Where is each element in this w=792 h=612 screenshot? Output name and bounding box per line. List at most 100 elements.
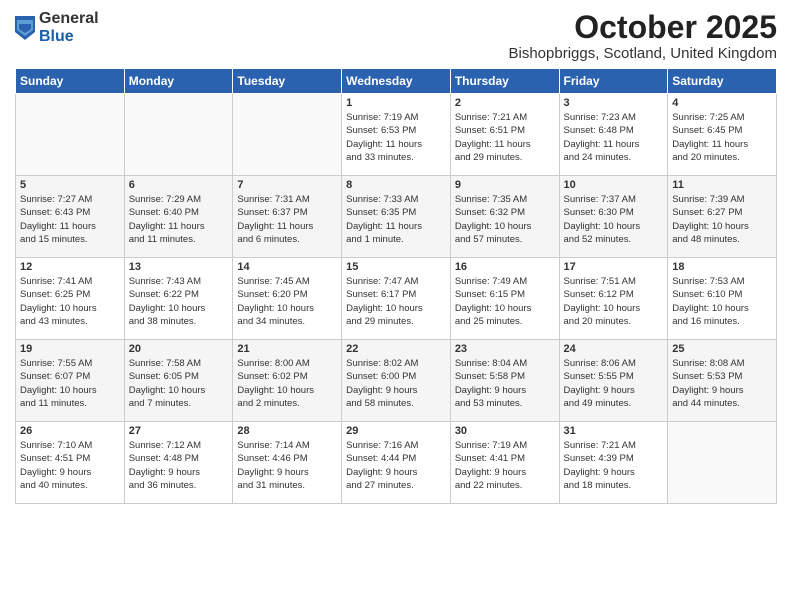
cell-line: Sunset: 6:25 PM <box>20 289 90 300</box>
cell-line: Daylight: 9 hours <box>564 385 635 396</box>
cell-line: Daylight: 10 hours <box>455 303 532 314</box>
cell-line: and 20 minutes. <box>672 152 740 163</box>
table-row: 15Sunrise: 7:47 AMSunset: 6:17 PMDayligh… <box>342 258 451 340</box>
cell-line: Sunset: 6:07 PM <box>20 371 90 382</box>
day-number: 30 <box>455 425 555 437</box>
cell-line: Daylight: 10 hours <box>672 303 749 314</box>
cell-line: Sunset: 4:39 PM <box>564 453 634 464</box>
table-row: 17 Sunrise: 7:51 AMSunset: 6:12 PMDayligh… <box>559 258 668 340</box>
cell-line: Sunset: 6:48 PM <box>564 125 634 136</box>
cell-content: Sunrise: 7:45 AMSunset: 6:20 PMDaylight:… <box>237 275 337 328</box>
cell-line: Daylight: 10 hours <box>237 303 314 314</box>
cell-line: Sunrise: 7:19 AM <box>346 112 418 123</box>
cell-content: Sunrise: 7:16 AMSunset: 4:44 PMDaylight:… <box>346 439 446 492</box>
calendar-week-row: 26Sunrise: 7:10 AMSunset: 4:51 PMDayligh… <box>16 422 777 504</box>
day-number: 5 <box>20 179 120 191</box>
table-row: 8Sunrise: 7:33 AMSunset: 6:35 PMDaylight… <box>342 176 451 258</box>
cell-line: Sunset: 6:20 PM <box>237 289 307 300</box>
day-number: 24 <box>564 343 664 355</box>
cell-line: and 6 minutes. <box>237 234 299 245</box>
cell-line: and 36 minutes. <box>129 480 197 491</box>
table-row: 22Sunrise: 8:02 AMSunset: 6:00 PMDayligh… <box>342 340 451 422</box>
calendar-week-row: 1Sunrise: 7:19 AMSunset: 6:53 PMDaylight… <box>16 94 777 176</box>
cell-line: Sunrise: 7:37 AM <box>564 194 636 205</box>
table-row: 3Sunrise: 7:23 AMSunset: 6:48 PMDaylight… <box>559 94 668 176</box>
cell-line: Daylight: 9 hours <box>346 385 417 396</box>
day-number: 4 <box>672 97 772 109</box>
calendar-week-row: 12Sunrise: 7:41 AMSunset: 6:25 PMDayligh… <box>16 258 777 340</box>
cell-line: Sunrise: 7:31 AM <box>237 194 309 205</box>
day-number: 10 <box>564 179 664 191</box>
cell-line: and 7 minutes. <box>129 398 191 409</box>
title-block: October 2025 Bishopbriggs, Scotland, Uni… <box>509 10 778 62</box>
cell-content: Sunrise: 7:35 AMSunset: 6:32 PMDaylight:… <box>455 193 555 246</box>
cell-line: and 33 minutes. <box>346 152 414 163</box>
cell-line: Sunset: 6:10 PM <box>672 289 742 300</box>
table-row: 21Sunrise: 8:00 AMSunset: 6:02 PMDayligh… <box>233 340 342 422</box>
cell-line: and 25 minutes. <box>455 316 523 327</box>
cell-line: Sunset: 6:30 PM <box>564 207 634 218</box>
cell-line: Sunrise: 7:12 AM <box>129 440 201 451</box>
cell-line: Daylight: 9 hours <box>455 467 526 478</box>
header-saturday: Saturday <box>668 69 777 94</box>
cell-line: and 49 minutes. <box>564 398 632 409</box>
cell-content: Sunrise: 8:04 AMSunset: 5:58 PMDaylight:… <box>455 357 555 410</box>
table-row <box>233 94 342 176</box>
cell-line: Sunrise: 7:58 AM <box>129 358 201 369</box>
logo-icon <box>15 16 35 40</box>
cell-content: Sunrise: 7:29 AMSunset: 6:40 PMDaylight:… <box>129 193 229 246</box>
cell-line: and 22 minutes. <box>455 480 523 491</box>
cell-content: Sunrise: 7:21 AM Sunset: 4:39 PM Daylight:… <box>564 439 664 492</box>
location: Bishopbriggs, Scotland, United Kingdom <box>509 45 778 62</box>
cell-line: Sunrise: 7:51 AM <box>564 276 636 287</box>
cell-line: and 34 minutes. <box>237 316 305 327</box>
cell-line: Daylight: 11 hours <box>20 221 96 232</box>
cell-content: Sunrise: 7:51 AMSunset: 6:12 PMDaylight:… <box>564 275 664 328</box>
cell-line: and 53 minutes. <box>455 398 523 409</box>
table-row: 6Sunrise: 7:29 AMSunset: 6:40 PMDaylight… <box>124 176 233 258</box>
day-number: 12 <box>20 261 120 273</box>
cell-line: Daylight: 11 hours <box>237 221 313 232</box>
day-number: 20 <box>129 343 229 355</box>
cell-line: and 27 minutes. <box>346 480 414 491</box>
cell-line: Sunrise: 8:00 AM <box>237 358 309 369</box>
cell-line: Daylight: 9 hours <box>564 467 635 478</box>
table-row <box>668 422 777 504</box>
cell-content: Sunrise: 7:58 AMSunset: 6:05 PMDaylight:… <box>129 357 229 410</box>
table-row <box>16 94 125 176</box>
cell-line: Sunrise: 7:29 AM <box>129 194 201 205</box>
cell-content: Sunrise: 7:53 AMSunset: 6:10 PMDaylight:… <box>672 275 772 328</box>
cell-content: Sunrise: 7:47 AMSunset: 6:17 PMDaylight:… <box>346 275 446 328</box>
day-number: 3 <box>564 97 664 109</box>
cell-line: and 18 minutes. <box>564 480 632 491</box>
cell-line: Sunrise: 7:33 AM <box>346 194 418 205</box>
cell-line: Daylight: 10 hours <box>129 303 206 314</box>
table-row: 13Sunrise: 7:43 AMSunset: 6:22 PMDayligh… <box>124 258 233 340</box>
cell-line: Sunrise: 7:27 AM <box>20 194 92 205</box>
cell-line: and 15 minutes. <box>20 234 88 245</box>
cell-line: Sunset: 6:43 PM <box>20 207 90 218</box>
cell-line: Sunrise: 8:06 AM <box>564 358 636 369</box>
cell-line: Daylight: 11 hours <box>564 139 640 150</box>
table-row: 23Sunrise: 8:04 AMSunset: 5:58 PMDayligh… <box>450 340 559 422</box>
cell-line: Sunrise: 7:21 AM <box>564 440 636 451</box>
cell-content: Sunrise: 7:25 AMSunset: 6:45 PMDaylight:… <box>672 111 772 164</box>
cell-content: Sunrise: 7:19 AMSunset: 6:53 PMDaylight:… <box>346 111 446 164</box>
cell-line: Sunrise: 7:25 AM <box>672 112 744 123</box>
calendar-week-row: 5 Sunrise: 7:27 AM Sunset: 6:43 PM Daylight… <box>16 176 777 258</box>
cell-content: Sunrise: 7:37 AMSunset: 6:30 PMDaylight:… <box>564 193 664 246</box>
logo-general: General <box>39 10 99 28</box>
table-row: 31 Sunrise: 7:21 AM Sunset: 4:39 PM Dayligh… <box>559 422 668 504</box>
day-number: 31 <box>564 425 664 437</box>
day-number: 17 <box>564 261 664 273</box>
cell-line: Daylight: 10 hours <box>237 385 314 396</box>
cell-line: Sunset: 6:53 PM <box>346 125 416 136</box>
cell-line: Sunset: 6:17 PM <box>346 289 416 300</box>
cell-line: and 58 minutes. <box>346 398 414 409</box>
day-number: 28 <box>237 425 337 437</box>
cell-line: Sunrise: 7:49 AM <box>455 276 527 287</box>
cell-line: Sunset: 6:27 PM <box>672 207 742 218</box>
cell-line: Daylight: 9 hours <box>20 467 91 478</box>
table-row: 1Sunrise: 7:19 AMSunset: 6:53 PMDaylight… <box>342 94 451 176</box>
header-wednesday: Wednesday <box>342 69 451 94</box>
